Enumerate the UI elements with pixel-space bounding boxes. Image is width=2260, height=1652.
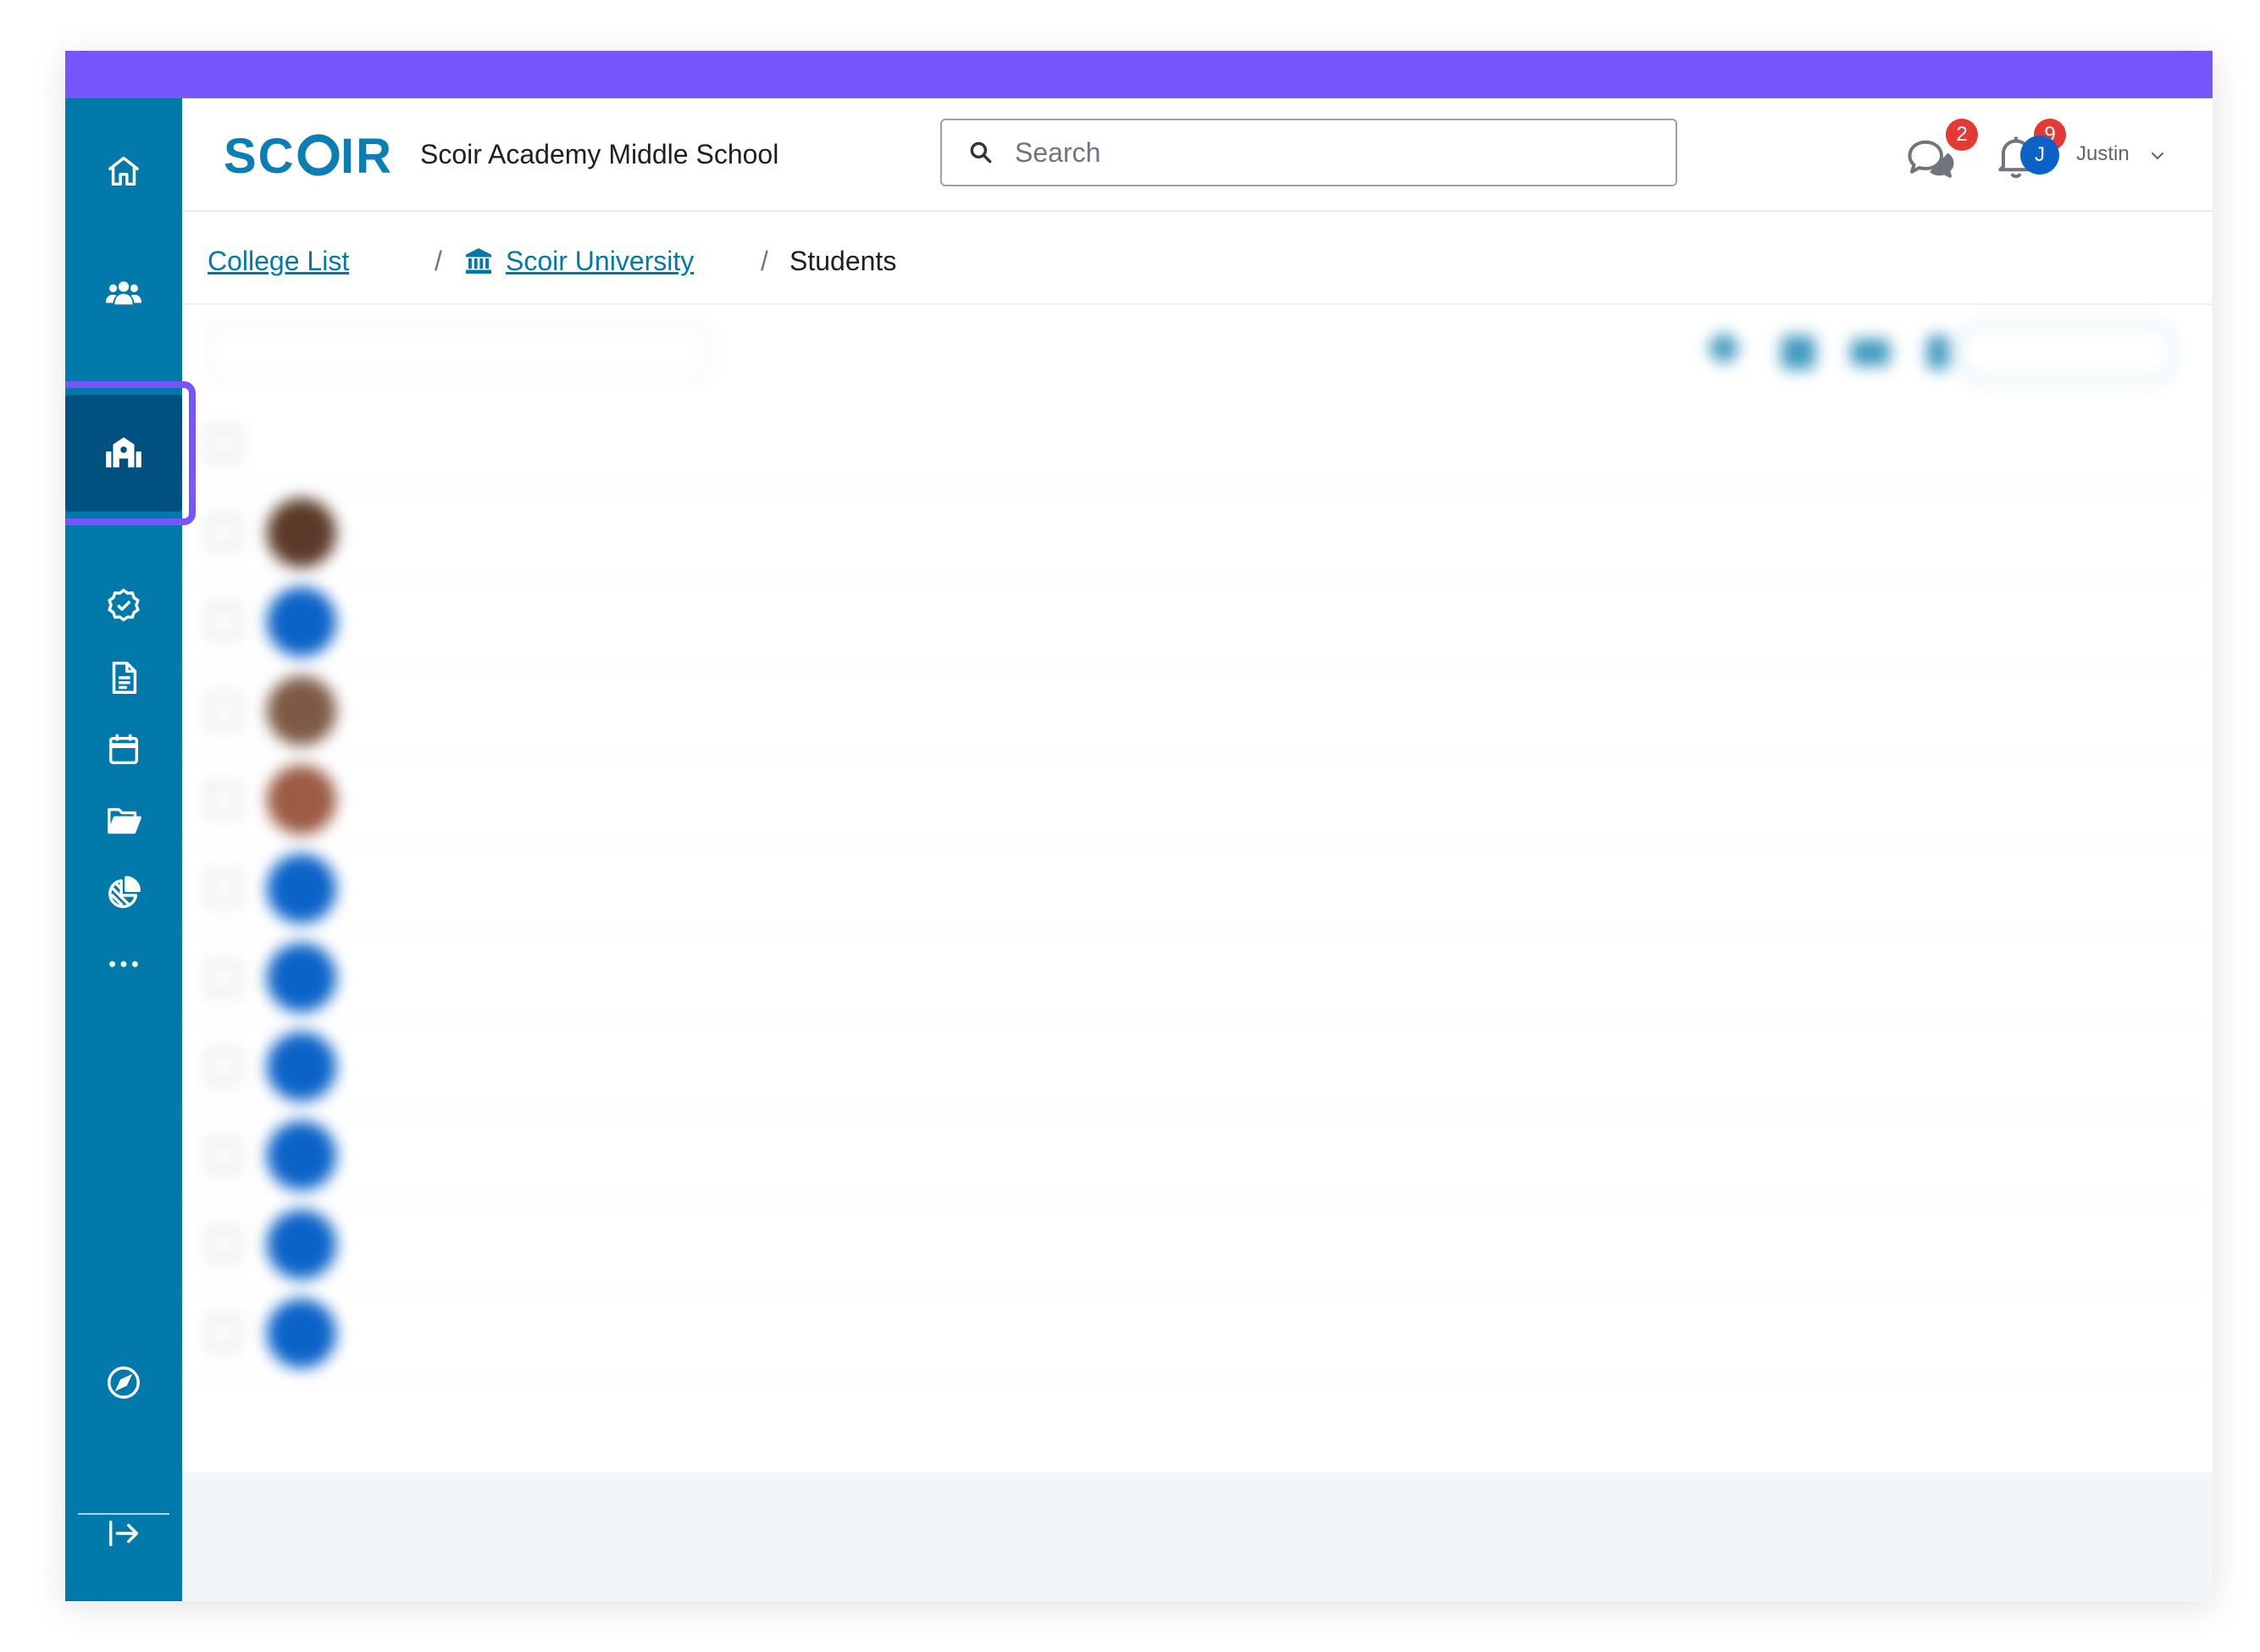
row-checkbox[interactable] [208,695,240,727]
global-search-box[interactable] [940,119,1677,186]
avatar [267,1032,336,1101]
school-icon [106,437,141,468]
svg-text:SC: SC [224,129,296,180]
filter-icon[interactable] [1705,330,1742,367]
download-icon[interactable] [1927,335,1949,369]
sidebar-item-students[interactable] [65,251,182,335]
sidebar-item-more[interactable] [65,922,182,1006]
avatar [267,943,336,1012]
breadcrumb: College List / Scoir University / Studen… [182,212,2213,305]
sidebar-item-expand[interactable] [65,1491,182,1576]
chevron-down-icon[interactable] [2147,146,2168,166]
search-icon [970,141,992,164]
table-row[interactable] [182,488,2213,578]
table-row[interactable] [182,844,2213,934]
app-window: SC IR Scoir Academy Middle School 2 9 J … [65,51,2213,1601]
breadcrumb-separator: / [435,246,442,276]
table-row[interactable] [182,933,2213,1023]
row-checkbox[interactable] [208,1139,240,1172]
row-checkbox[interactable] [208,1051,240,1083]
user-name[interactable]: Justin [2076,142,2130,166]
more-icon [109,961,138,967]
top-accent-bar [65,51,2213,98]
user-avatar[interactable]: J [2020,136,2059,175]
avatar [267,587,336,657]
students-table-area-blurred [182,305,2213,1472]
messages-badge: 2 [1946,119,1978,151]
sidebar-item-home[interactable] [65,129,182,213]
table-row[interactable] [182,1022,2213,1111]
table-row[interactable] [182,1200,2213,1289]
avatar [267,765,336,834]
check-badge-icon [108,589,140,622]
row-checkbox[interactable] [208,1228,240,1261]
avatar [267,1121,336,1190]
row-checkbox[interactable] [208,784,240,816]
row-checkbox[interactable] [208,606,240,638]
global-search-input[interactable] [1013,136,1660,169]
pie-chart-icon [108,876,141,908]
university-icon [466,248,491,274]
breadcrumb-scoir-university[interactable]: Scoir University [506,246,694,277]
breadcrumb-college-list[interactable]: College List [208,246,349,277]
select-all-checkbox[interactable] [208,428,240,460]
row-checkbox[interactable] [208,873,240,905]
sidebar [65,98,196,1601]
add-student-button[interactable] [1957,322,2177,383]
table-row[interactable] [182,577,2213,667]
home-icon [108,156,140,186]
students-table [182,400,2213,1378]
page-footer-band [182,1472,2213,1601]
sidebar-item-colleges[interactable] [65,381,196,525]
sign-out-icon [108,1520,139,1547]
avatar [267,1210,336,1279]
sidebar-active-highlight [65,395,182,512]
compass-icon [108,1367,140,1399]
users-icon [105,281,142,305]
sidebar-item-explore[interactable] [65,1340,182,1425]
scoir-logo[interactable]: SC IR [221,129,396,180]
columns-icon[interactable] [1781,335,1815,369]
table-header-row [182,400,2213,489]
table-row[interactable] [182,1289,2213,1378]
school-name: Scoir Academy Middle School [420,139,779,169]
table-search-input[interactable] [208,324,707,380]
message-students-icon[interactable] [1851,339,1890,366]
avatar [267,498,336,568]
row-checkbox[interactable] [208,517,240,549]
document-icon [112,662,137,694]
row-checkbox[interactable] [208,1317,240,1350]
table-row[interactable] [182,1111,2213,1200]
folder-open-icon [108,807,141,834]
calendar-icon [108,734,139,765]
breadcrumb-separator: / [761,246,768,276]
avatar [267,676,336,746]
avatar [267,854,336,923]
avatar [267,1299,336,1368]
row-checkbox[interactable] [208,962,240,994]
top-header: SC IR Scoir Academy Middle School 2 9 J … [182,98,2213,212]
breadcrumb-current: Students [789,246,897,276]
table-row[interactable] [182,666,2213,756]
table-row[interactable] [182,755,2213,845]
svg-text:IR: IR [341,129,393,180]
